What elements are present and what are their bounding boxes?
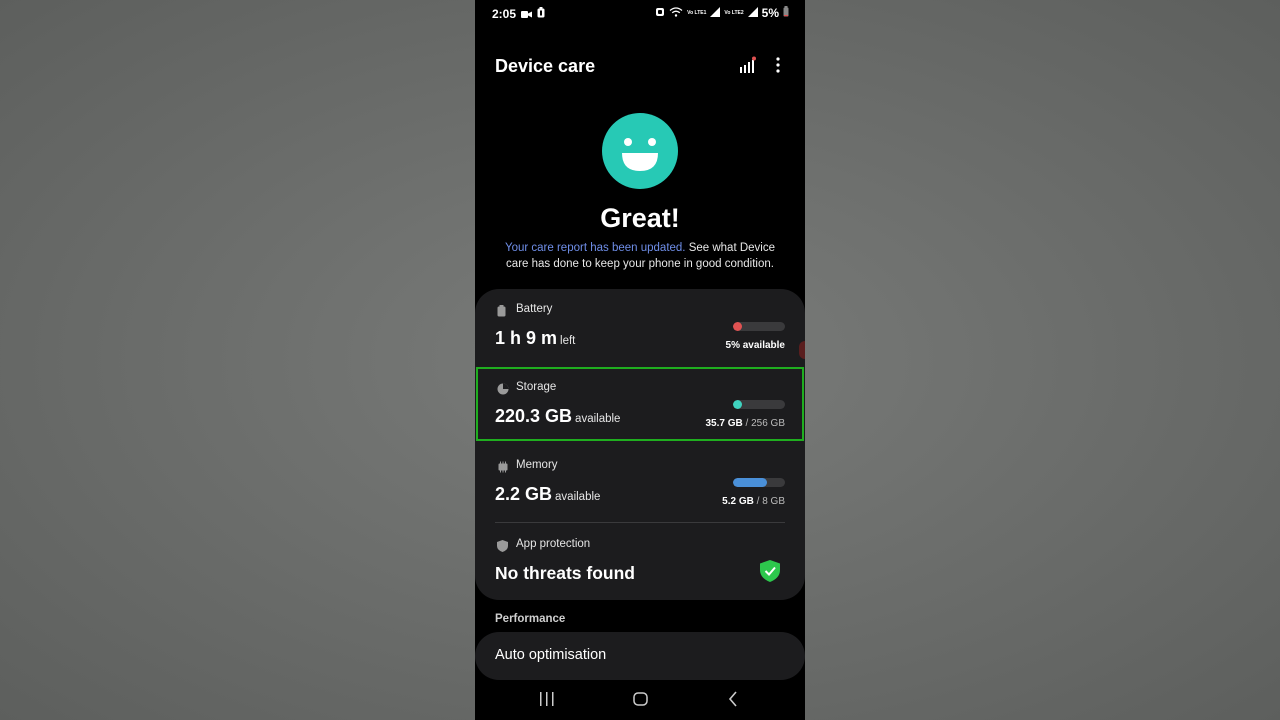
home-icon[interactable] [633, 692, 648, 711]
storage-unit: available [575, 413, 621, 425]
memory-available: 2.2 GB [495, 484, 553, 504]
storage-bar [733, 400, 785, 409]
status-time: 2:05 [492, 7, 517, 21]
app-protection-label: App protection [516, 538, 591, 550]
auto-optimisation-card[interactable]: Auto optimisation [475, 632, 805, 680]
memory-value: 2.2 GB available [495, 484, 600, 505]
status-right-group: Vo LTE1 Vo LTE2 5% [655, 6, 789, 20]
storage-value: 220.3 GB available [495, 406, 620, 427]
battery-time: 1 h 9 m [495, 328, 558, 348]
memory-row[interactable]: Memory 2.2 GB available 5.2 GB / 8 GB [475, 445, 805, 521]
memory-chip-icon [497, 460, 509, 478]
edge-panel-handle[interactable] [799, 341, 805, 359]
battery-label: Battery [516, 303, 553, 315]
battery-unit: left [560, 335, 576, 347]
memory-total: / 8 GB [756, 496, 785, 507]
memory-meta: 5.2 GB / 8 GB [722, 496, 785, 507]
auto-optimisation-label: Auto optimisation [495, 647, 607, 663]
storage-available: 220.3 GB [495, 406, 573, 426]
performance-section-title: Performance [495, 613, 566, 625]
phone-screen: 2:05 Vo LTE1 Vo LTE2 5% Device care Grea… [475, 0, 805, 720]
wifi-icon [669, 6, 683, 20]
memory-unit: available [555, 491, 601, 503]
app-protection-status: No threats found [495, 563, 635, 583]
device-status-card: Battery 1 h 9 m left 5% available Storage… [475, 289, 805, 600]
back-icon[interactable] [728, 691, 738, 712]
navigation-bar [475, 680, 805, 720]
storage-pie-icon [497, 382, 509, 400]
storage-total: / 256 GB [745, 418, 785, 429]
alarm-icon [655, 6, 665, 20]
storage-meta: 35.7 GB / 256 GB [706, 418, 786, 429]
memory-label: Memory [516, 459, 558, 471]
shield-check-icon [760, 560, 780, 587]
storage-row[interactable]: Storage 220.3 GB available 35.7 GB / 256 … [475, 367, 805, 443]
more-options-icon[interactable] [774, 56, 782, 79]
recents-icon[interactable] [539, 692, 555, 711]
battery-percent: 5% [761, 6, 779, 20]
care-report-link[interactable]: Your care report has been updated. [505, 242, 686, 254]
storage-label: Storage [516, 381, 557, 393]
memory-bar [733, 478, 785, 487]
battery-icon [783, 6, 789, 20]
app-protection-row[interactable]: App protection No threats found [475, 524, 805, 600]
status-heading: Great! [600, 203, 680, 233]
status-bar: 2:05 Vo LTE1 Vo LTE2 5% [475, 0, 805, 28]
battery-bar [733, 322, 785, 331]
memory-used: 5.2 GB [722, 496, 754, 507]
signal-icon [710, 6, 721, 20]
network-label-2: Vo LTE2 [724, 9, 744, 16]
shield-icon [497, 539, 508, 557]
battery-bar-fill [733, 322, 742, 331]
battery-row[interactable]: Battery 1 h 9 m left 5% available [475, 289, 805, 365]
storage-used: 35.7 GB [705, 418, 743, 429]
network-label-1: Vo LTE1 [687, 9, 707, 16]
battery-icon [497, 304, 506, 322]
storage-bar-fill [733, 400, 742, 409]
battery-value: 1 h 9 m left [495, 328, 575, 349]
video-icon [521, 8, 532, 22]
battery-saver-icon [537, 7, 545, 21]
signal-icon-2 [747, 6, 758, 20]
battery-meta: 5% available [725, 340, 785, 351]
smiley-face-icon [602, 113, 678, 189]
care-report-description: Your care report has been updated. See w… [497, 241, 783, 272]
app-header: Device care [495, 52, 785, 82]
divider [495, 522, 785, 523]
memory-bar-fill [733, 478, 767, 487]
chart-icon[interactable] [739, 56, 757, 79]
page-title: Device care [495, 56, 596, 76]
